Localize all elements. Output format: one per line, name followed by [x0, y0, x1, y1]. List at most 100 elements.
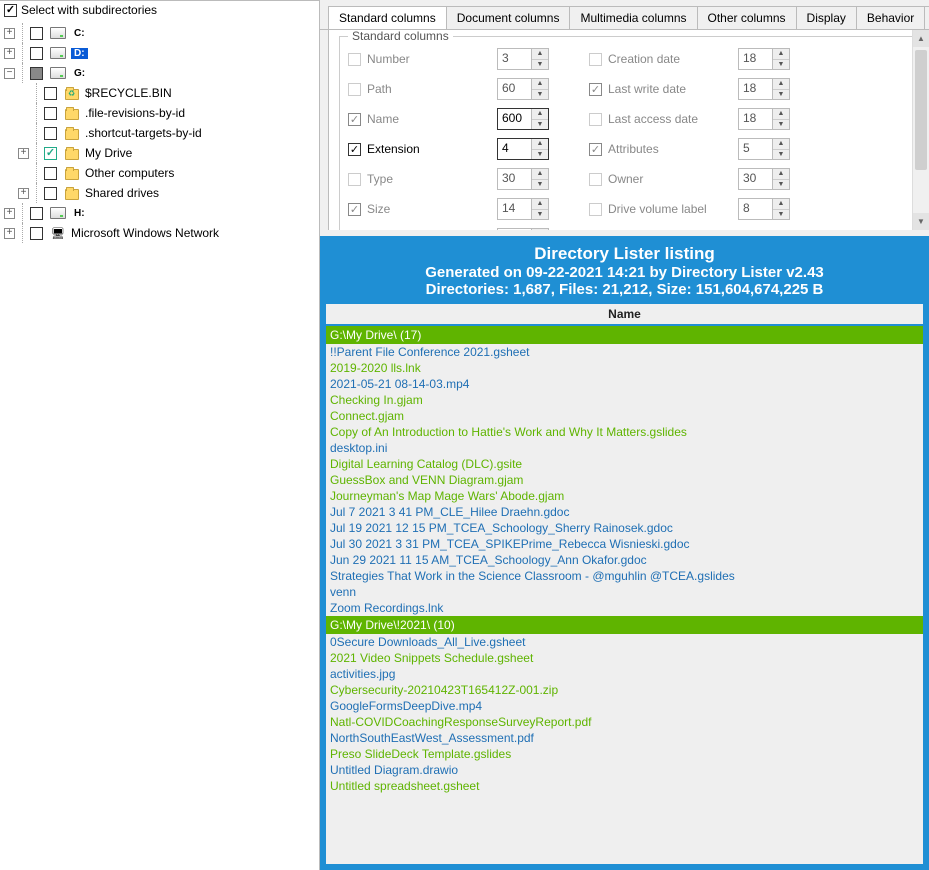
- opt-owner-checkbox[interactable]: [589, 173, 602, 186]
- opt-cdate-spinner[interactable]: 18▲▼: [738, 48, 790, 70]
- opt-number-spinner[interactable]: 3▲▼: [497, 48, 549, 70]
- file-row[interactable]: 2019-2020 lls.lnk: [326, 360, 923, 376]
- opt-dvl-checkbox[interactable]: [589, 203, 602, 216]
- file-row[interactable]: venn: [326, 584, 923, 600]
- tab-other-columns[interactable]: Other columns: [697, 6, 797, 29]
- tab-behavior[interactable]: Behavior: [856, 6, 925, 29]
- file-row[interactable]: Untitled Diagram.drawio: [326, 762, 923, 778]
- expand-icon[interactable]: [18, 148, 29, 159]
- opt-name-spinner[interactable]: 600▲▼: [497, 108, 549, 130]
- file-row[interactable]: 0Secure Downloads_All_Live.gsheet: [326, 634, 923, 650]
- tree-checkbox-checked[interactable]: [44, 147, 57, 160]
- tree-row-filerev[interactable]: .file-revisions-by-id: [4, 103, 319, 123]
- opt-size-spinner[interactable]: 14▲▼: [497, 198, 549, 220]
- file-row[interactable]: Copy of An Introduction to Hattie's Work…: [326, 424, 923, 440]
- tree-checkbox[interactable]: [44, 107, 57, 120]
- opt-type-checkbox[interactable]: [348, 173, 361, 186]
- tree-row-shortcut[interactable]: .shortcut-targets-by-id: [4, 123, 319, 143]
- file-row[interactable]: desktop.ini: [326, 440, 923, 456]
- tree-checkbox-mixed[interactable]: [30, 67, 43, 80]
- file-row[interactable]: 2021 Video Snippets Schedule.gsheet: [326, 650, 923, 666]
- tab-display[interactable]: Display: [796, 6, 857, 29]
- file-row[interactable]: Jul 19 2021 12 15 PM_TCEA_Schoology_Sher…: [326, 520, 923, 536]
- tree-row-other[interactable]: Other computers: [4, 163, 319, 183]
- tree-checkbox[interactable]: [30, 47, 43, 60]
- chevron-up-icon: ▲: [532, 229, 548, 230]
- tree-row-recycle[interactable]: $RECYCLE.BIN: [4, 83, 319, 103]
- expand-icon[interactable]: [18, 188, 29, 199]
- file-row[interactable]: Strategies That Work in the Science Clas…: [326, 568, 923, 584]
- chevron-down-icon[interactable]: ▼: [913, 213, 929, 230]
- tree-checkbox[interactable]: [30, 207, 43, 220]
- select-with-subdirs-row[interactable]: Select with subdirectories: [0, 0, 319, 19]
- opt-number-checkbox[interactable]: [348, 53, 361, 66]
- tree-row-mydrive[interactable]: My Drive: [4, 143, 319, 163]
- opt-path-spinner[interactable]: 60▲▼: [497, 78, 549, 100]
- opt-type-spinner[interactable]: 30▲▼: [497, 168, 549, 190]
- opt-size-checkbox[interactable]: [348, 203, 361, 216]
- file-row[interactable]: Jul 7 2021 3 41 PM_CLE_Hilee Draehn.gdoc: [326, 504, 923, 520]
- opt-owner-spinner[interactable]: 30▲▼: [738, 168, 790, 190]
- opt-tfc-spinner[interactable]: 8▲▼: [497, 228, 549, 230]
- tab-standard-columns[interactable]: Standard columns: [328, 6, 447, 30]
- file-row[interactable]: !!Parent File Conference 2021.gsheet: [326, 344, 923, 360]
- file-row[interactable]: Digital Learning Catalog (DLC).gsite: [326, 456, 923, 472]
- chevron-up-icon[interactable]: ▲: [913, 30, 929, 47]
- chevron-up-icon: ▲: [532, 199, 548, 210]
- tree-row-c[interactable]: C:: [4, 23, 319, 43]
- opt-path-checkbox[interactable]: [348, 83, 361, 96]
- file-row[interactable]: Natl-COVIDCoachingResponseSurveyReport.p…: [326, 714, 923, 730]
- tree-checkbox[interactable]: [30, 27, 43, 40]
- opt-extension-checkbox[interactable]: [348, 143, 361, 156]
- tree-row-network[interactable]: Microsoft Windows Network: [4, 223, 319, 243]
- opt-attr-spinner[interactable]: 5▲▼: [738, 138, 790, 160]
- tab-multimedia-columns[interactable]: Multimedia columns: [569, 6, 697, 29]
- chevron-down-icon: ▼: [532, 210, 548, 220]
- opt-creation-date: Creation date 18▲▼: [589, 47, 790, 71]
- opt-adate-checkbox[interactable]: [589, 113, 602, 126]
- tree-row-g[interactable]: G:: [4, 63, 319, 83]
- chevron-down-icon: ▼: [773, 150, 789, 160]
- tree-checkbox[interactable]: [44, 87, 57, 100]
- file-row[interactable]: GuessBox and VENN Diagram.gjam: [326, 472, 923, 488]
- file-row[interactable]: activities.jpg: [326, 666, 923, 682]
- tab-form[interactable]: Form: [924, 6, 929, 29]
- opt-wdate-spinner[interactable]: 18▲▼: [738, 78, 790, 100]
- file-row[interactable]: Journeyman's Map Mage Wars' Abode.gjam: [326, 488, 923, 504]
- file-row[interactable]: Checking In.gjam: [326, 392, 923, 408]
- collapse-icon[interactable]: [4, 68, 15, 79]
- tree-row-d[interactable]: D:: [4, 43, 319, 63]
- file-row[interactable]: 2021-05-21 08-14-03.mp4: [326, 376, 923, 392]
- expand-icon[interactable]: [4, 208, 15, 219]
- scrollbar-thumb[interactable]: [915, 50, 927, 170]
- file-row[interactable]: Untitled spreadsheet.gsheet: [326, 778, 923, 794]
- opt-name-checkbox[interactable]: [348, 113, 361, 126]
- file-row[interactable]: NorthSouthEastWest_Assessment.pdf: [326, 730, 923, 746]
- expand-icon[interactable]: [4, 48, 15, 59]
- file-row[interactable]: Zoom Recordings.lnk: [326, 600, 923, 616]
- expand-icon[interactable]: [4, 28, 15, 39]
- opt-extension-spinner[interactable]: 4▲▼: [497, 138, 549, 160]
- tree-checkbox[interactable]: [44, 187, 57, 200]
- file-row[interactable]: Connect.gjam: [326, 408, 923, 424]
- tree-checkbox[interactable]: [44, 127, 57, 140]
- select-subdirs-checkbox[interactable]: [4, 4, 17, 17]
- tree-checkbox[interactable]: [44, 167, 57, 180]
- file-row[interactable]: Preso SlideDeck Template.gslides: [326, 746, 923, 762]
- expand-icon[interactable]: [4, 228, 15, 239]
- opt-attr-checkbox[interactable]: [589, 143, 602, 156]
- file-row[interactable]: Jul 30 2021 3 31 PM_TCEA_SPIKEPrime_Rebe…: [326, 536, 923, 552]
- opt-adate-spinner[interactable]: 18▲▼: [738, 108, 790, 130]
- opt-cdate-checkbox[interactable]: [589, 53, 602, 66]
- tree-checkbox[interactable]: [30, 227, 43, 240]
- tab-document-columns[interactable]: Document columns: [446, 6, 571, 29]
- opt-wdate-checkbox[interactable]: [589, 83, 602, 96]
- tree-row-h[interactable]: H:: [4, 203, 319, 223]
- options-scrollbar[interactable]: ▲ ▼: [912, 30, 929, 230]
- file-row[interactable]: Jun 29 2021 11 15 AM_TCEA_Schoology_Ann …: [326, 552, 923, 568]
- opt-dvl-spinner[interactable]: 8▲▼: [738, 198, 790, 220]
- file-row[interactable]: Cybersecurity-20210423T165412Z-001.zip: [326, 682, 923, 698]
- network-label: Microsoft Windows Network: [71, 226, 219, 240]
- file-row[interactable]: GoogleFormsDeepDive.mp4: [326, 698, 923, 714]
- tree-row-shared[interactable]: Shared drives: [4, 183, 319, 203]
